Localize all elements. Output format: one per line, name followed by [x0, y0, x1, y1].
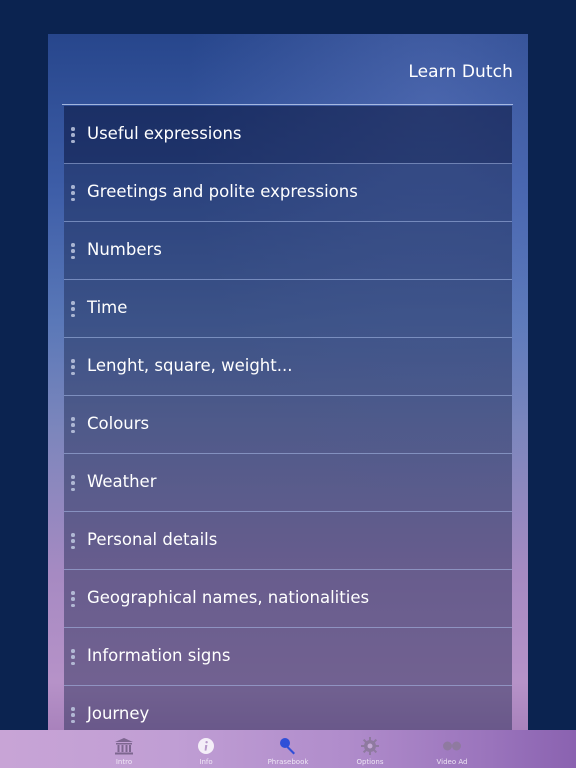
- list-item-personal-details[interactable]: Personal details: [64, 512, 512, 570]
- gear-icon: [361, 737, 379, 755]
- drag-handle-icon[interactable]: [71, 301, 75, 317]
- drag-handle-icon[interactable]: [71, 127, 75, 143]
- list-item-label: Lenght, square, weight...: [87, 356, 293, 375]
- list-item-label: Time: [87, 298, 128, 317]
- app-screen: Learn Dutch Useful expressions Greetings…: [0, 0, 576, 768]
- list-item-label: Personal details: [87, 530, 218, 549]
- list-item-label: Numbers: [87, 240, 162, 259]
- drag-handle-icon[interactable]: [71, 243, 75, 259]
- building-icon: [115, 738, 133, 755]
- drag-handle-icon[interactable]: [71, 533, 75, 549]
- tab-bar: Intro Info Phrasebook Options Video Ad: [0, 730, 576, 768]
- header-divider: [62, 104, 513, 105]
- list-item-label: Geographical names, nationalities: [87, 588, 370, 607]
- tab-label: Info: [199, 758, 213, 766]
- drag-handle-icon[interactable]: [71, 707, 75, 723]
- drag-handle-icon[interactable]: [71, 185, 75, 201]
- drag-handle-icon[interactable]: [71, 475, 75, 491]
- video-ad-icon: [443, 741, 461, 751]
- list-item-greetings[interactable]: Greetings and polite expressions: [64, 164, 512, 222]
- list-item-label: Useful expressions: [87, 124, 242, 143]
- tab-phrasebook[interactable]: Phrasebook: [247, 730, 329, 768]
- drag-handle-icon[interactable]: [71, 649, 75, 665]
- tab-intro[interactable]: Intro: [83, 730, 165, 768]
- list-item-label: Journey: [87, 704, 150, 723]
- content-panel: Learn Dutch Useful expressions Greetings…: [48, 34, 528, 754]
- list-item-label: Information signs: [87, 646, 231, 665]
- list-item-colours[interactable]: Colours: [64, 396, 512, 454]
- list-item-useful-expressions[interactable]: Useful expressions: [64, 106, 512, 164]
- drag-handle-icon[interactable]: [71, 359, 75, 375]
- tab-label: Phrasebook: [267, 758, 309, 766]
- list-item-label: Greetings and polite expressions: [87, 182, 358, 201]
- list-item-numbers[interactable]: Numbers: [64, 222, 512, 280]
- tab-label: Options: [356, 758, 384, 766]
- tab-video-ad[interactable]: Video Ad: [411, 730, 493, 768]
- list-item-weather[interactable]: Weather: [64, 454, 512, 512]
- list-item-lenght-square-weight[interactable]: Lenght, square, weight...: [64, 338, 512, 396]
- tab-info[interactable]: Info: [165, 730, 247, 768]
- drag-handle-icon[interactable]: [71, 417, 75, 433]
- microphone-icon: [280, 738, 295, 755]
- tab-label: Video Ad: [436, 758, 468, 766]
- panel-header: Learn Dutch: [48, 34, 528, 106]
- list-item-information-signs[interactable]: Information signs: [64, 628, 512, 686]
- drag-handle-icon[interactable]: [71, 591, 75, 607]
- list-item-geographical-names[interactable]: Geographical names, nationalities: [64, 570, 512, 628]
- list-item-label: Colours: [87, 414, 150, 433]
- tab-options[interactable]: Options: [329, 730, 411, 768]
- list-item-time[interactable]: Time: [64, 280, 512, 338]
- list-item-label: Weather: [87, 472, 157, 491]
- info-icon: [198, 738, 214, 754]
- tab-label: Intro: [115, 758, 133, 766]
- topic-list: Useful expressions Greetings and polite …: [64, 106, 512, 744]
- page-title: Learn Dutch: [408, 62, 513, 82]
